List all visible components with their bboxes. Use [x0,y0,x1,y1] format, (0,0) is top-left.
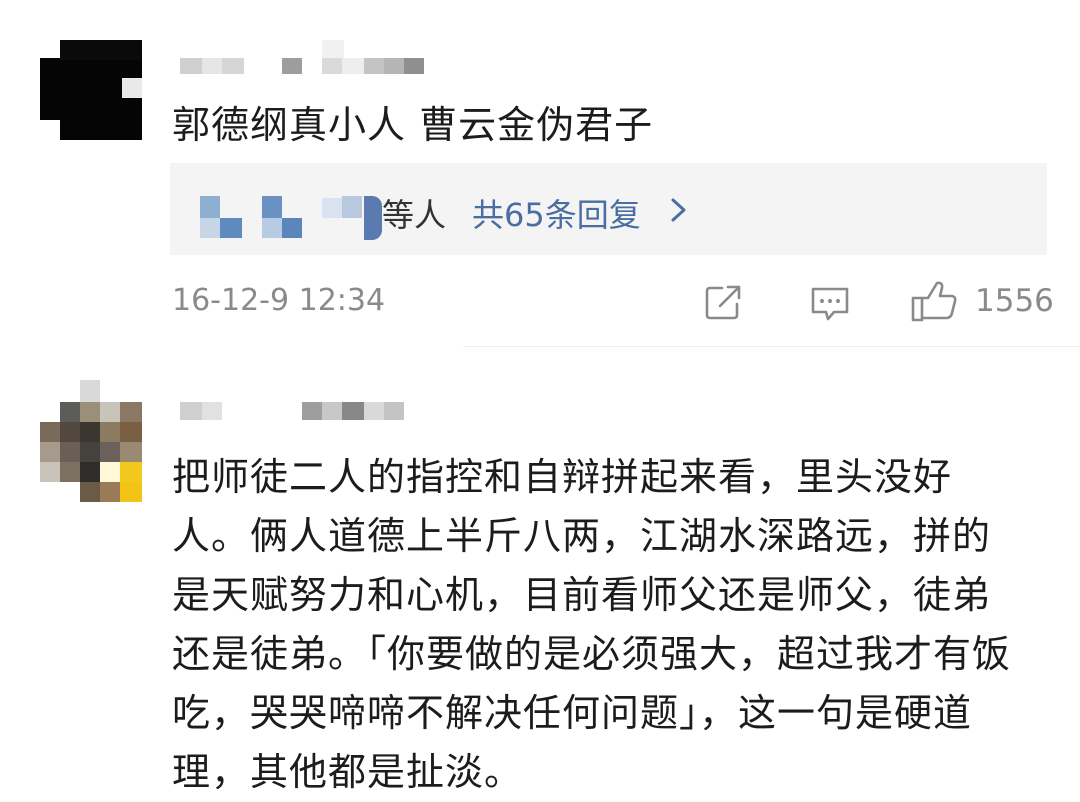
like-icon[interactable] [910,280,958,324]
reply-count-link[interactable]: 共65条回复 [472,190,641,236]
share-icon[interactable] [704,284,744,322]
username-pixelated[interactable] [180,402,425,422]
reply-user-avatars-pixelated[interactable] [200,196,384,240]
username-pixelated[interactable] [180,40,425,76]
comment-line: 把师徒二人的指控和自辩拼起来看，里头没好 [172,455,953,499]
divider [463,346,1080,347]
comment-icon[interactable] [808,284,852,324]
comment-line: 理，其他都是扯淡。 [172,750,524,794]
comment-text: 郭德纲真小人 曹云金伪君子 [172,103,654,147]
timestamp: 16-12-9 12:34 [172,283,386,318]
comment-line: 吃，哭哭啼啼不解决任何问题」，这一句是硬道 [172,691,973,735]
comment-line: 人。俩人道德上半斤八两，江湖水深路远，拼的 [172,514,992,558]
avatar[interactable] [40,40,142,140]
comment-line: 还是徒弟。「你要做的是必须强大，超过我才有饭 [172,632,1012,676]
like-count: 1556 [975,283,1054,319]
avatar[interactable] [40,380,142,504]
reply-by-label[interactable]: 等人 [382,190,446,236]
chevron-right-icon[interactable] [668,195,690,225]
chevron-right-icon-svg [671,198,686,222]
comment-text: 把师徒二人的指控和自辩拼起来看，里头没好 人。俩人道德上半斤八两，江湖水深路远，… [172,448,1042,802]
comment-line: 是天赋努力和心机，目前看师父还是师父，徒弟 [172,573,992,617]
